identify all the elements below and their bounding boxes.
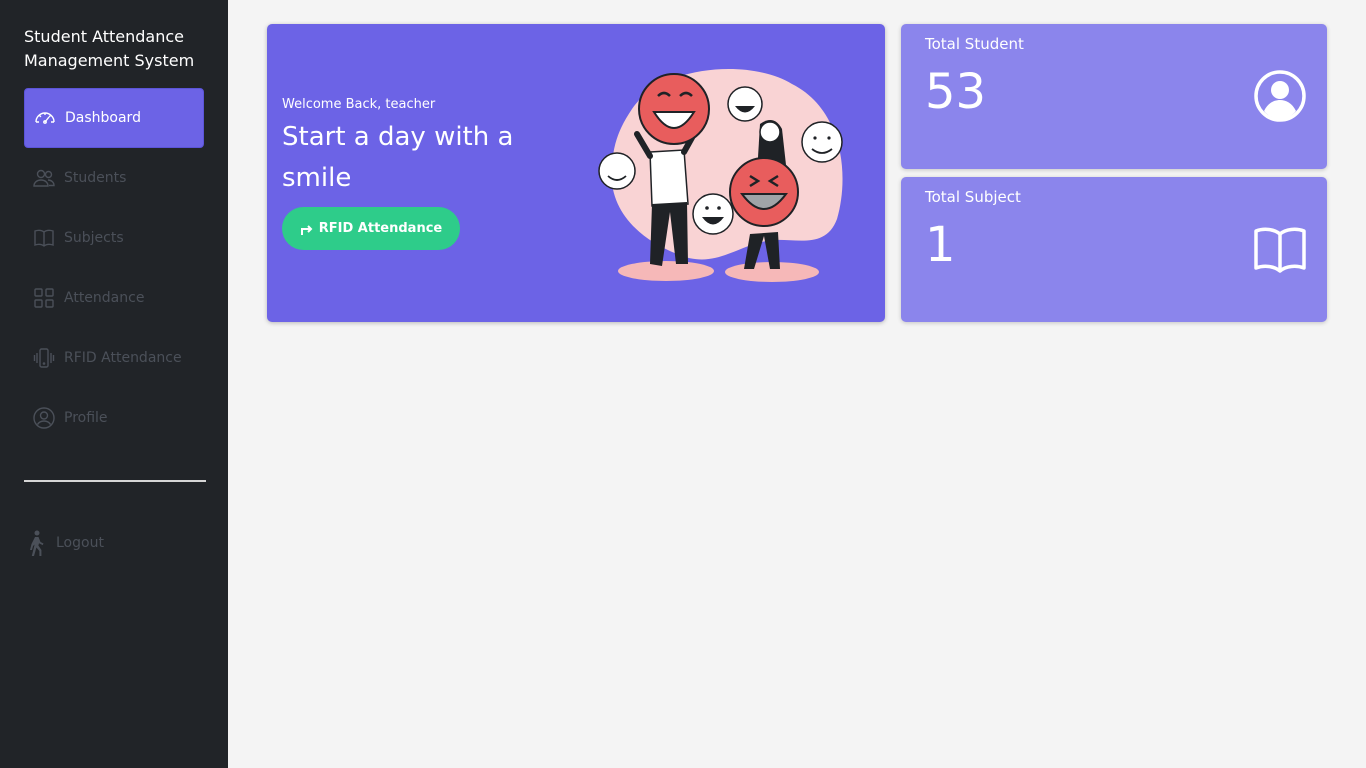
sidebar-item-label: Profile: [64, 410, 108, 426]
sidebar-divider: [24, 480, 206, 482]
book-icon: [32, 226, 56, 250]
sidebar-item-students[interactable]: Students: [24, 148, 204, 208]
sidebar-item-label: Attendance: [64, 290, 145, 306]
sidebar-item-attendance[interactable]: Attendance: [24, 268, 204, 328]
book-icon: [1254, 227, 1306, 273]
sidebar-item-label: Subjects: [64, 230, 124, 246]
people-icon: [32, 166, 56, 190]
app-title: Student Attendance Management System: [24, 27, 195, 70]
sidebar-item-rfid-attendance[interactable]: RFID Attendance: [24, 328, 204, 388]
sidebar-item-label: RFID Attendance: [64, 350, 182, 366]
sidebar-item-label: Dashboard: [65, 110, 141, 126]
share-arrow-icon: [300, 224, 313, 235]
speedometer-icon: [33, 106, 57, 130]
person-circle-icon: [32, 406, 56, 430]
rfid-attendance-button[interactable]: RFID Attendance: [282, 207, 460, 250]
sidebar-nav: Dashboard Students Subjects Attendance R…: [24, 88, 204, 448]
total-student-card: Total Student 53: [901, 24, 1327, 169]
phone-vibrate-icon: [32, 346, 56, 370]
logout-label: Logout: [56, 535, 104, 551]
person-circle-icon: [1254, 70, 1306, 122]
total-student-label: Total Student: [925, 35, 1024, 53]
rfid-attendance-button-label: RFID Attendance: [318, 221, 443, 236]
smiling-people-illustration: [598, 69, 843, 282]
grid-icon: [32, 286, 56, 310]
welcome-banner: Welcome Back, teacher Start a day with a…: [267, 24, 885, 322]
walking-person-icon: [30, 530, 44, 556]
sidebar: Student Attendance Management System Das…: [0, 0, 228, 768]
logout-button[interactable]: Logout: [28, 530, 104, 556]
sidebar-item-profile[interactable]: Profile: [24, 388, 204, 448]
total-student-count: 53: [925, 64, 987, 120]
total-subject-count: 1: [925, 217, 956, 273]
sidebar-item-label: Students: [64, 170, 127, 186]
welcome-text: Welcome Back, teacher: [282, 97, 436, 112]
sidebar-item-subjects[interactable]: Subjects: [24, 208, 204, 268]
total-subject-label: Total Subject: [925, 188, 1021, 206]
banner-headline: Start a day with a smile: [282, 122, 514, 193]
total-subject-card: Total Subject 1: [901, 177, 1327, 322]
sidebar-item-dashboard[interactable]: Dashboard: [24, 88, 204, 148]
